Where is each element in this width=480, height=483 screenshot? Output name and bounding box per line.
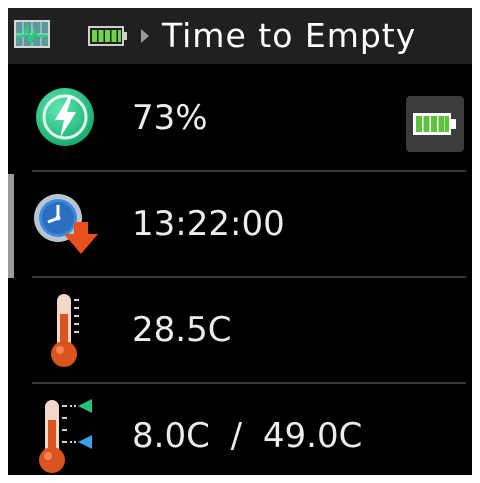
thermometer-icon: [51, 294, 79, 367]
time-to-empty-value: 13:22:00: [132, 204, 285, 244]
battery-icon: [88, 26, 127, 46]
battery-full-icon: [413, 113, 456, 135]
row-temperature-limits[interactable]: 8.0C / 49.0C: [8, 384, 472, 475]
row-charge[interactable]: 73%: [8, 66, 472, 170]
clock-down-icon: [34, 194, 98, 254]
header-bar: Time to Empty: [8, 8, 472, 64]
row-temperature[interactable]: 28.5C: [8, 278, 472, 382]
thermometer-limits-icon: [39, 399, 92, 473]
battery-badge[interactable]: [406, 96, 464, 152]
temperature-value: 28.5C: [132, 310, 232, 350]
device-screen: Time to Empty 73% 13:22:00 28.5C 8.0C / …: [8, 8, 472, 475]
arrow-right-icon: [141, 29, 149, 43]
row-time-to-empty[interactable]: 13:22:00: [8, 172, 472, 276]
temperature-limits-value: 8.0C / 49.0C: [132, 416, 363, 456]
monitor-icon[interactable]: [14, 20, 50, 48]
lightning-icon: [36, 88, 94, 146]
charge-value: 73%: [132, 98, 208, 138]
page-title: Time to Empty: [162, 16, 417, 55]
